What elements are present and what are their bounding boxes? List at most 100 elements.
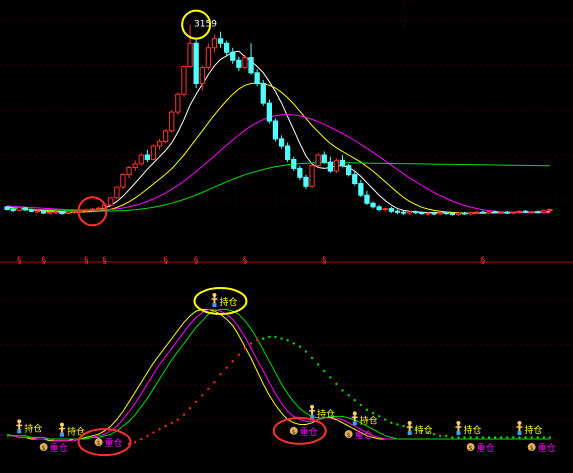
- indicator-dot: [182, 413, 186, 416]
- candle: [346, 163, 352, 177]
- candle-body: [150, 145, 157, 160]
- candle-body: [217, 38, 224, 44]
- candle-body: [486, 211, 492, 214]
- candle-body: [266, 102, 272, 122]
- indicator-dot: [335, 382, 338, 386]
- candle-body: [272, 120, 279, 140]
- indicator-dot: [231, 360, 234, 363]
- signal-label: 持仓: [463, 424, 481, 436]
- signal-marker: $ 重仓: [39, 442, 68, 454]
- price-panel: 3159 § § § § § § § § §: [4, 9, 553, 266]
- candle-body: [144, 154, 150, 160]
- indicator-dot: [524, 436, 527, 439]
- candle: [163, 129, 169, 144]
- figure-base: [17, 429, 22, 434]
- candle-body: [175, 93, 181, 113]
- indicator-dot: [359, 403, 363, 407]
- indicator-dot: [201, 394, 204, 397]
- indicator-dot: [365, 408, 369, 412]
- candle-body: [327, 161, 333, 172]
- moneybag-symbol: $: [292, 429, 296, 436]
- candle: [388, 206, 394, 214]
- section-marker: §: [322, 256, 327, 266]
- indicator-panel: 持仓$ 重仓持仓$ 重仓持仓持仓$ 重仓持仓$ 重仓持仓 持仓$ 重仓持仓$ 重仓: [6, 287, 556, 457]
- candle-body: [529, 211, 535, 214]
- candle-body: [425, 212, 431, 215]
- candle-body: [224, 42, 230, 53]
- moneybag-icon: $: [466, 443, 475, 452]
- figure-icon: [455, 421, 462, 436]
- signal-marker: 持仓: [455, 421, 481, 436]
- candle-body: [254, 72, 260, 84]
- indicator-dot: [310, 356, 314, 360]
- indicator-dot: [286, 339, 289, 342]
- candle-body: [285, 145, 291, 160]
- signal-label: 持仓: [24, 422, 42, 434]
- candle: [498, 211, 504, 214]
- indicator-dot: [323, 369, 326, 373]
- moneybag-icon: $: [527, 443, 536, 452]
- indicator-line: [6, 308, 550, 440]
- candle-body: [4, 206, 10, 210]
- candle-body: [541, 209, 547, 213]
- candle: [65, 211, 71, 215]
- candle: [41, 210, 47, 214]
- figure-icon: [406, 421, 413, 436]
- peak-price-label: 3159: [194, 20, 217, 30]
- indicator-dot: [213, 381, 216, 384]
- signal-marker: $ 重仓: [289, 426, 318, 438]
- signal-marker: 持仓: [211, 293, 237, 308]
- candle-body: [120, 174, 126, 188]
- candle: [480, 210, 486, 214]
- candle: [376, 205, 382, 212]
- indicator-dot: [316, 363, 320, 366]
- figure-base: [59, 432, 64, 437]
- candle-body: [193, 42, 199, 84]
- indicator-dot: [194, 400, 198, 403]
- candle: [22, 206, 28, 211]
- moneybag-symbol: $: [469, 445, 473, 452]
- signal-label: 持仓: [415, 424, 433, 436]
- candle-body: [455, 212, 462, 215]
- signal-label: 持仓: [524, 424, 542, 436]
- candle: [285, 142, 291, 163]
- indicator-dot: [390, 421, 393, 425]
- candle: [144, 149, 150, 163]
- candle: [4, 205, 10, 211]
- indicator-dot: [438, 434, 442, 437]
- signal-marker: $ 重仓: [94, 437, 123, 449]
- candle: [504, 210, 510, 214]
- indicator-dot: [451, 436, 454, 439]
- indicator-dot: [475, 436, 478, 439]
- figure-head: [456, 421, 461, 426]
- indicator-dot: [377, 415, 381, 418]
- candle: [217, 31, 224, 48]
- signal-label: 重仓: [355, 429, 373, 441]
- indicator-dot: [530, 436, 533, 439]
- candle-body: [358, 183, 364, 196]
- candle: [236, 56, 242, 71]
- indicator-dot: [384, 418, 387, 421]
- figure-head: [310, 404, 315, 409]
- candle-body: [138, 154, 144, 165]
- chart-canvas: 3159§ § § § § § § § § 持仓$ 重仓持仓$ 重仓持仓持仓$ 重仓持仓$ 重仓持仓 持仓…: [0, 0, 573, 457]
- indicator-dot: [268, 335, 271, 339]
- candle-body: [83, 209, 89, 212]
- signal-marker: $ 重仓: [527, 442, 556, 454]
- candle: [437, 212, 443, 216]
- figure-icon: [58, 422, 65, 437]
- candle-body: [230, 51, 236, 61]
- indicator-dot: [280, 337, 283, 340]
- candle: [230, 47, 236, 64]
- indicator-dot: [548, 436, 552, 439]
- figure-head: [17, 419, 22, 424]
- candle-body: [89, 208, 96, 211]
- figure-head: [59, 422, 64, 427]
- candle: [150, 144, 157, 161]
- indicator-dot: [152, 431, 155, 434]
- signal-label: 重仓: [477, 442, 495, 454]
- candle-body: [394, 210, 401, 213]
- moneybag-symbol: $: [97, 440, 101, 447]
- indicator-dot: [146, 434, 149, 437]
- candle: [254, 69, 260, 87]
